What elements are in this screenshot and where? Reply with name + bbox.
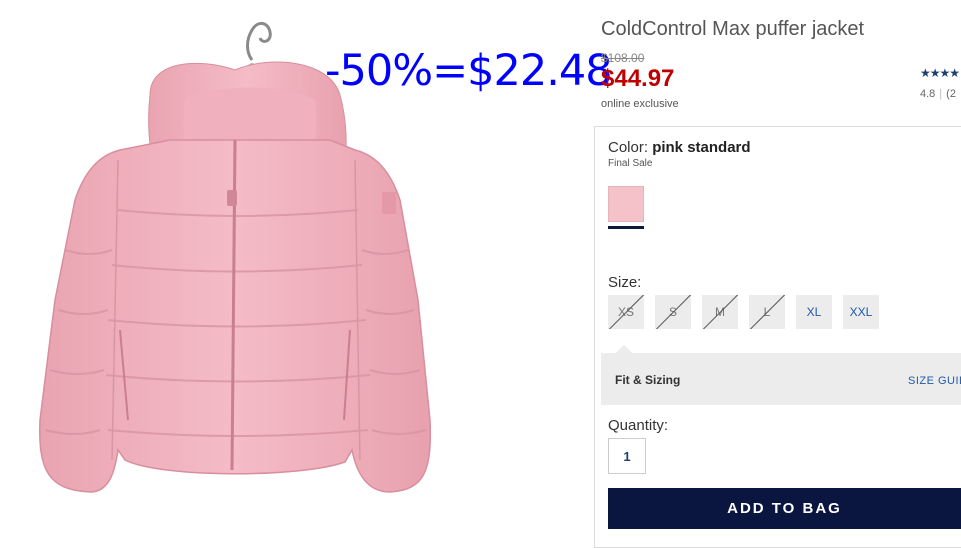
size-option-m[interactable]: M: [702, 295, 738, 329]
add-to-bag-button[interactable]: ADD TO BAG: [608, 488, 961, 529]
size-label: Size:: [608, 274, 642, 291]
options-panel: [594, 126, 961, 548]
promo-overlay: -50%=$22.48: [325, 46, 613, 96]
size-option-xl[interactable]: XL: [796, 295, 832, 329]
rating-divider: |: [939, 88, 943, 100]
size-guide-link[interactable]: SIZE GUID: [908, 375, 961, 387]
online-exclusive-label: online exclusive: [601, 98, 679, 110]
rating-stars[interactable]: ★★★★: [920, 66, 960, 80]
hanger-hook: [246, 22, 272, 61]
rating-count: (2: [946, 88, 956, 100]
color-label: Color: pink standard: [608, 139, 751, 156]
logo-patch: [382, 192, 396, 214]
rating-summary[interactable]: 4.8 | (2: [920, 88, 956, 100]
size-option-s[interactable]: S: [655, 295, 691, 329]
quantity-input[interactable]: [608, 438, 646, 474]
color-label-text: Color:: [608, 139, 649, 156]
fit-bar-notch: [616, 345, 632, 353]
color-swatch-pink[interactable]: [608, 186, 644, 222]
swatch-selected-indicator: [608, 226, 644, 229]
color-value: pink standard: [652, 139, 751, 156]
fit-sizing-label: Fit & Sizing: [615, 373, 681, 387]
rating-value: 4.8: [920, 88, 936, 100]
quantity-label: Quantity:: [608, 417, 669, 434]
product-title: ColdControl Max puffer jacket: [601, 18, 865, 40]
original-price: $108.00: [601, 51, 645, 65]
size-option-xs[interactable]: XS: [608, 295, 644, 329]
size-option-l[interactable]: L: [749, 295, 785, 329]
final-sale-note: Final Sale: [608, 158, 653, 169]
size-option-xxl[interactable]: XXL: [843, 295, 879, 329]
sale-price: $44.97: [601, 65, 675, 92]
